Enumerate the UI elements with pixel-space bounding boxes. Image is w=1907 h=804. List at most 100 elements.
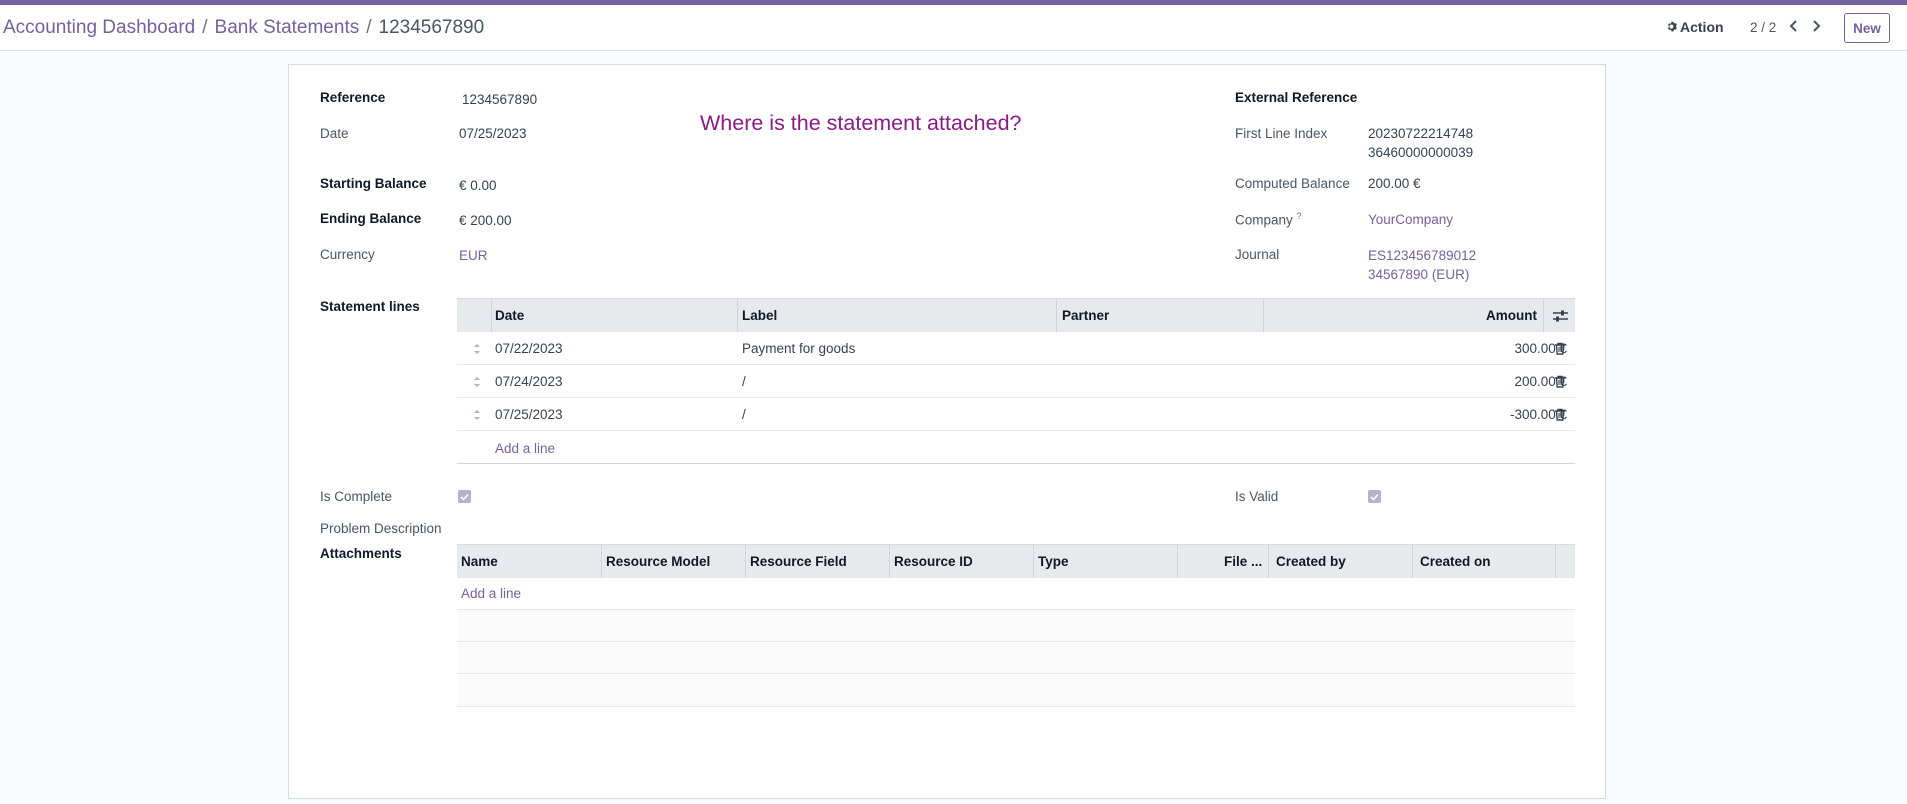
- column-created-on[interactable]: Created on: [1420, 545, 1491, 578]
- column-amount[interactable]: Amount: [1486, 299, 1537, 332]
- computed-balance-value: 200.00 €: [1368, 176, 1421, 191]
- first-line-index-label: First Line Index: [1235, 126, 1328, 141]
- empty-row: [457, 675, 1575, 707]
- column-divider: [1268, 545, 1269, 578]
- column-file-size[interactable]: File ...: [1224, 545, 1262, 578]
- journal-value-1[interactable]: ES123456789012: [1368, 248, 1476, 263]
- computed-balance-label: Computed Balance: [1235, 176, 1350, 191]
- journal-value-2[interactable]: 34567890 (EUR): [1368, 267, 1469, 282]
- is-valid-label: Is Valid: [1235, 489, 1279, 504]
- company-label: Company ?: [1235, 211, 1302, 228]
- statement-lines-label: Statement lines: [320, 299, 420, 314]
- action-label: Action: [1680, 19, 1724, 35]
- problem-description-label: Problem Description: [320, 521, 442, 536]
- column-resource-field[interactable]: Resource Field: [750, 545, 847, 578]
- check-icon: [460, 493, 469, 501]
- line-label[interactable]: Payment for goods: [742, 341, 855, 356]
- currency-value[interactable]: EUR: [459, 248, 488, 263]
- is-valid-checkbox[interactable]: [1368, 490, 1381, 503]
- column-divider: [491, 299, 492, 332]
- breadcrumb-accounting-dashboard[interactable]: Accounting Dashboard: [3, 17, 195, 38]
- ending-balance-label: Ending Balance: [320, 211, 422, 226]
- column-divider: [1177, 545, 1178, 578]
- empty-row: [457, 642, 1575, 674]
- column-divider: [1555, 545, 1556, 578]
- pager-next-button[interactable]: [1808, 17, 1824, 35]
- attachments-add-line-link[interactable]: Add a line: [461, 586, 521, 601]
- trash-icon[interactable]: [1554, 342, 1566, 355]
- journal-label: Journal: [1235, 247, 1280, 262]
- column-divider: [1263, 299, 1264, 332]
- optional-columns-toggle[interactable]: [1553, 299, 1571, 332]
- action-button[interactable]: Action: [1666, 19, 1724, 35]
- row-divider: [457, 364, 1575, 365]
- column-divider: [601, 545, 602, 578]
- breadcrumb-current: 1234567890: [378, 17, 485, 38]
- is-complete-checkbox[interactable]: [458, 490, 471, 503]
- gear-icon: [1666, 19, 1677, 35]
- check-icon: [1370, 493, 1379, 501]
- new-button[interactable]: New: [1844, 13, 1890, 43]
- row-divider: [457, 463, 1575, 464]
- column-divider: [737, 299, 738, 332]
- breadcrumb-separator: /: [366, 17, 372, 38]
- line-date[interactable]: 07/24/2023: [495, 374, 563, 389]
- date-value[interactable]: 07/25/2023: [459, 126, 527, 141]
- chevron-left-icon: [1789, 20, 1797, 32]
- column-divider: [745, 545, 746, 578]
- pager-previous-button[interactable]: [1786, 17, 1802, 35]
- column-divider: [889, 545, 890, 578]
- drag-handle-icon[interactable]: [472, 342, 482, 356]
- breadcrumb: Accounting Dashboard / Bank Statements / 123…: [3, 17, 484, 39]
- pager-value[interactable]: 2 / 2: [1750, 20, 1776, 35]
- control-panel: Accounting Dashboard / Bank Statements / 123…: [0, 5, 1907, 51]
- column-date[interactable]: Date: [495, 299, 524, 332]
- trash-icon[interactable]: [1554, 408, 1566, 421]
- column-name[interactable]: Name: [461, 545, 498, 578]
- statement-lines-header: Date Label Partner Amount: [457, 298, 1575, 332]
- statement-add-line-link[interactable]: Add a line: [495, 441, 555, 456]
- drag-handle-icon[interactable]: [472, 375, 482, 389]
- empty-row: [457, 610, 1575, 642]
- drag-handle-icon[interactable]: [472, 408, 482, 422]
- reference-label: Reference: [320, 90, 386, 105]
- column-resource-id[interactable]: Resource ID: [894, 545, 973, 578]
- company-value[interactable]: YourCompany: [1368, 212, 1453, 227]
- column-divider: [1543, 299, 1544, 332]
- overlay-question: Where is the statement attached?: [700, 111, 1022, 135]
- form-sheet: Reference 1234567890 Date 07/25/2023 Sta…: [288, 64, 1606, 799]
- reference-value[interactable]: 1234567890: [462, 92, 537, 107]
- line-date[interactable]: 07/25/2023: [495, 407, 563, 422]
- help-icon[interactable]: ?: [1297, 211, 1302, 221]
- line-date[interactable]: 07/22/2023: [495, 341, 563, 356]
- attachments-header: Name Resource Model Resource Field Resou…: [457, 544, 1575, 578]
- line-label[interactable]: /: [742, 374, 746, 389]
- first-line-index-value-2[interactable]: 36460000000039: [1368, 145, 1473, 160]
- ending-balance-value[interactable]: € 200.00: [459, 213, 512, 228]
- sliders-icon: [1553, 310, 1568, 322]
- line-label[interactable]: /: [742, 407, 746, 422]
- external-reference-label: External Reference: [1235, 90, 1358, 105]
- column-divider: [1412, 545, 1413, 578]
- attachments-label: Attachments: [320, 546, 402, 561]
- is-complete-label: Is Complete: [320, 489, 393, 504]
- column-partner[interactable]: Partner: [1062, 299, 1109, 332]
- column-created-by[interactable]: Created by: [1276, 545, 1346, 578]
- starting-balance-label: Starting Balance: [320, 176, 427, 191]
- column-type[interactable]: Type: [1038, 545, 1069, 578]
- row-divider: [457, 430, 1575, 431]
- trash-icon[interactable]: [1554, 375, 1566, 388]
- breadcrumb-separator: /: [202, 17, 208, 38]
- column-divider: [1033, 545, 1034, 578]
- column-label[interactable]: Label: [742, 299, 777, 332]
- column-resource-model[interactable]: Resource Model: [606, 545, 710, 578]
- company-label-text: Company: [1235, 212, 1293, 228]
- attachments-add-row: [457, 578, 1575, 610]
- row-divider: [457, 397, 1575, 398]
- currency-label: Currency: [320, 247, 375, 262]
- breadcrumb-bank-statements[interactable]: Bank Statements: [215, 17, 360, 38]
- starting-balance-value[interactable]: € 0.00: [459, 178, 497, 193]
- date-label: Date: [320, 126, 349, 141]
- column-divider: [1056, 299, 1057, 332]
- first-line-index-value-1[interactable]: 20230722214748: [1368, 126, 1473, 141]
